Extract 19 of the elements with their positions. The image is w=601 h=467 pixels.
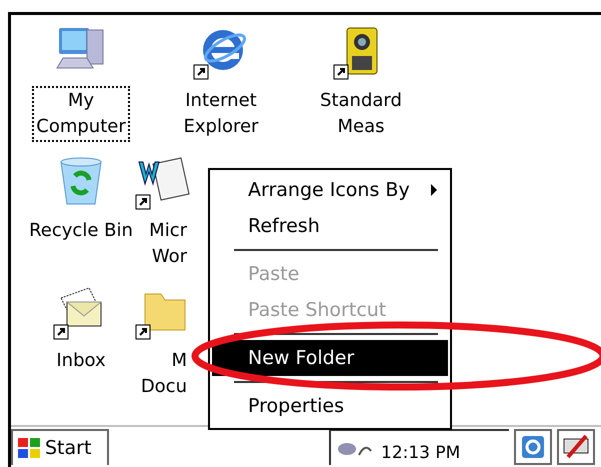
menu-item[interactable]: Arrange Icons By [212, 172, 448, 208]
icon-label[interactable]: Standard Meas [316, 86, 406, 142]
clock-text: 12:13 PM [381, 442, 460, 463]
start-button[interactable]: Start [11, 429, 109, 465]
menu-item[interactable]: Properties [212, 388, 448, 424]
pen-button[interactable] [557, 429, 595, 465]
menu-item[interactable]: Refresh [212, 208, 448, 244]
windows-flag-icon [17, 437, 41, 459]
connection-icon [519, 433, 547, 461]
icon-label[interactable]: M Docu [136, 346, 191, 402]
icon-label[interactable]: Internet Explorer [180, 86, 262, 142]
icon-label[interactable]: Micr Wor [145, 216, 191, 272]
icon-label[interactable]: Recycle Bin [25, 216, 137, 246]
submenu-arrow-icon [430, 184, 438, 196]
connect-button[interactable] [514, 429, 552, 465]
menu-item[interactable]: New Folder [212, 340, 448, 376]
icon-label[interactable]: My Computer [32, 86, 130, 142]
icon-label[interactable]: Inbox [52, 346, 110, 376]
pen-icon [562, 433, 590, 461]
